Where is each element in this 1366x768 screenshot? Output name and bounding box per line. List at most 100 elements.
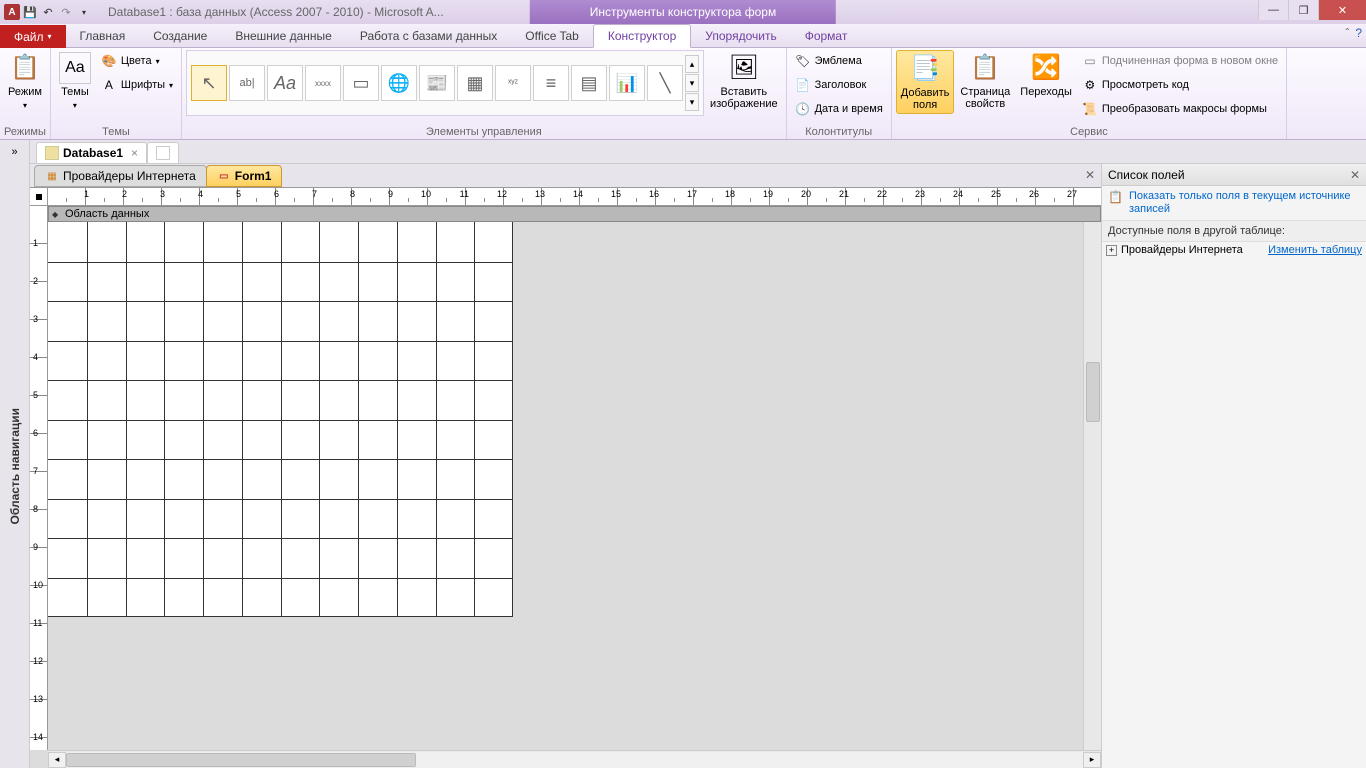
field-list-panel: Список полей ✕ 📋 Показать только поля в … <box>1101 164 1366 768</box>
maximize-button[interactable]: ❐ <box>1288 0 1318 20</box>
tab-close-icon[interactable]: × <box>131 146 138 160</box>
expand-icon[interactable]: + <box>1106 245 1117 256</box>
field-list-header: Список полей ✕ <box>1102 164 1366 186</box>
document-tab-row: » Database1 × <box>0 140 1366 164</box>
option-group-control[interactable]: ˣʸᶻ <box>495 65 531 101</box>
access-logo-icon: A <box>4 4 20 20</box>
tab-design[interactable]: Конструктор <box>593 24 691 48</box>
tab-arrange[interactable]: Упорядочить <box>691 24 790 47</box>
fonts-icon: A <box>101 77 117 93</box>
label-control[interactable]: Aa <box>267 65 303 101</box>
new-doc-tab[interactable] <box>147 142 179 164</box>
hscroll-left[interactable]: ◂ <box>48 752 66 768</box>
close-button[interactable]: ✕ <box>1318 0 1366 20</box>
window-controls: — ❐ ✕ <box>1258 0 1366 20</box>
vertical-ruler[interactable]: 1234567891011121314 <box>30 206 48 750</box>
property-sheet-button[interactable]: 📋 Страница свойств <box>956 50 1014 112</box>
tab-database-tools[interactable]: Работа с базами данных <box>346 24 511 47</box>
form-design-area: ▦ Провайдеры Интернета ▭ Form1 ✕ 1234567… <box>30 164 1101 768</box>
title-icon: 📄 <box>795 77 811 93</box>
page-break-control[interactable]: ≡ <box>533 65 569 101</box>
add-fields-icon: 📑 <box>909 53 941 85</box>
fonts-button[interactable]: AШрифты▾ <box>97 74 177 96</box>
add-fields-button[interactable]: 📑 Добавить поля <box>896 50 955 114</box>
navigation-pane-collapsed[interactable]: Область навигации <box>0 164 30 768</box>
edit-table-link[interactable]: Изменить таблицу <box>1268 244 1362 256</box>
colors-icon: 🎨 <box>101 53 117 69</box>
group-headers: 🏷Эмблема 📄Заголовок 🕓Дата и время Колонт… <box>787 48 892 139</box>
horizontal-scrollbar[interactable]: ◂ ▸ <box>48 750 1101 768</box>
tab-order-button[interactable]: 🔀 Переходы <box>1016 50 1076 100</box>
minimize-ribbon-icon[interactable]: ˆ <box>1345 26 1349 40</box>
vscroll-thumb[interactable] <box>1086 362 1100 422</box>
tab-external-data[interactable]: Внешние данные <box>221 24 346 47</box>
form-detail-canvas[interactable] <box>48 222 513 617</box>
gallery-down[interactable]: ▾ <box>685 74 699 92</box>
save-icon[interactable]: 💾 <box>22 4 38 20</box>
horizontal-ruler[interactable]: 1234567891011121314151617181920212223242… <box>48 188 1101 206</box>
hscroll-right[interactable]: ▸ <box>1083 752 1101 768</box>
button-control[interactable]: xxxx <box>305 65 341 101</box>
datetime-button[interactable]: 🕓Дата и время <box>791 98 887 120</box>
chart-control[interactable]: 📊 <box>609 65 645 101</box>
tab-format[interactable]: Формат <box>791 24 862 47</box>
insert-image-button[interactable]: 🖼 Вставить изображение <box>706 50 782 112</box>
tab-control[interactable]: ▭ <box>343 65 379 101</box>
title-button[interactable]: 📄Заголовок <box>791 74 887 96</box>
design-grid <box>48 222 512 616</box>
database-doc-tab[interactable]: Database1 × <box>36 142 147 164</box>
select-tool[interactable]: ↖ <box>191 65 227 101</box>
ruler-select-all[interactable] <box>30 188 48 206</box>
tab-office[interactable]: Office Tab <box>511 24 593 47</box>
nav-pane-toggle[interactable]: » <box>0 140 30 164</box>
tab-home[interactable]: Главная <box>66 24 140 47</box>
qat-dropdown-icon[interactable]: ▾ <box>76 4 92 20</box>
line-control[interactable]: ╲ <box>647 65 683 101</box>
show-current-fields-link[interactable]: Показать только поля в текущем источнике… <box>1129 190 1360 216</box>
field-table-row[interactable]: + Провайдеры Интернета Изменить таблицу <box>1102 242 1366 258</box>
themes-button[interactable]: Aa Темы ▾ <box>55 50 95 114</box>
group-themes: Aa Темы ▾ 🎨Цвета▾ AШрифты▾ Темы <box>51 48 182 139</box>
view-mode-button[interactable]: 📋 Режим ▾ <box>4 50 46 114</box>
navigation-control[interactable]: ▦ <box>457 65 493 101</box>
tab-order-icon: 🔀 <box>1030 52 1062 84</box>
main-workspace: Область навигации ▦ Провайдеры Интернета… <box>0 164 1366 768</box>
help-icon[interactable]: ? <box>1355 26 1362 40</box>
ribbon-tabs: Файл▾ Главная Создание Внешние данные Ра… <box>0 24 1366 48</box>
subform-button[interactable]: ▭Подчиненная форма в новом окне <box>1078 50 1282 72</box>
quick-access-toolbar: A 💾 ↶ ↷ ▾ <box>0 4 96 20</box>
hscroll-thumb[interactable] <box>66 753 416 767</box>
ribbon: 📋 Режим ▾ Режимы Aa Темы ▾ 🎨Цвета▾ AШриф… <box>0 48 1366 140</box>
detail-section-header[interactable]: Область данных <box>48 206 1101 222</box>
group-modes: 📋 Режим ▾ Режимы <box>0 48 51 139</box>
field-list-close-icon[interactable]: ✕ <box>1350 168 1360 182</box>
logo-button[interactable]: 🏷Эмблема <box>791 50 887 72</box>
group-tools: 📑 Добавить поля 📋 Страница свойств 🔀 Пер… <box>892 48 1287 139</box>
minimize-button[interactable]: — <box>1258 0 1288 20</box>
gallery-more[interactable]: ▾ <box>685 93 699 111</box>
gallery-up[interactable]: ▴ <box>685 55 699 73</box>
tab-create[interactable]: Создание <box>139 24 221 47</box>
object-tab-form[interactable]: ▭ Form1 <box>206 165 283 187</box>
object-close-button[interactable]: ✕ <box>1085 168 1095 182</box>
blank-doc-icon <box>156 146 170 160</box>
web-browser-control[interactable]: 📰 <box>419 65 455 101</box>
code-icon: ⚙ <box>1082 77 1098 93</box>
show-fields-icon: 📋 <box>1108 190 1123 204</box>
view-code-button[interactable]: ⚙Просмотреть код <box>1078 74 1282 96</box>
file-tab[interactable]: Файл▾ <box>0 25 66 48</box>
undo-icon[interactable]: ↶ <box>40 4 56 20</box>
combobox-control[interactable]: ▤ <box>571 65 607 101</box>
property-sheet-icon: 📋 <box>969 52 1001 84</box>
field-table-name: Провайдеры Интернета <box>1121 244 1243 256</box>
macro-icon: 📜 <box>1082 101 1098 117</box>
colors-button[interactable]: 🎨Цвета▾ <box>97 50 177 72</box>
redo-icon[interactable]: ↷ <box>58 4 74 20</box>
convert-macros-button[interactable]: 📜Преобразовать макросы формы <box>1078 98 1282 120</box>
logo-icon: 🏷 <box>795 53 811 69</box>
textbox-control[interactable]: ab| <box>229 65 265 101</box>
table-icon: ▦ <box>45 169 59 183</box>
hyperlink-control[interactable]: 🌐 <box>381 65 417 101</box>
vertical-scrollbar[interactable] <box>1083 222 1101 750</box>
object-tab-table[interactable]: ▦ Провайдеры Интернета <box>34 165 207 187</box>
